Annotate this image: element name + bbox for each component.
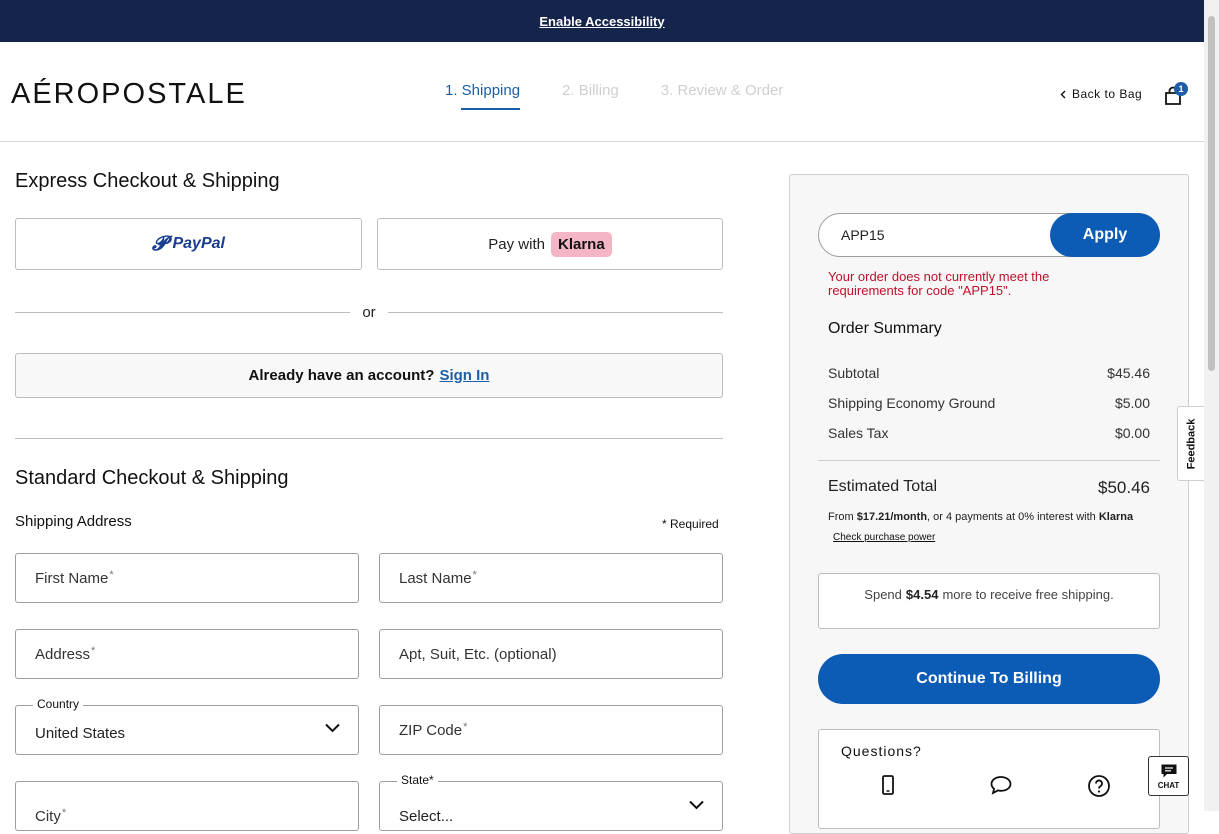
country-label: Country — [33, 697, 84, 711]
back-to-bag-label: Back to Bag — [1072, 87, 1143, 101]
city-field[interactable]: City * — [15, 781, 359, 831]
brand-logo[interactable]: AÉROPOSTALE — [11, 78, 247, 111]
estimated-total-label: Estimated Total — [828, 478, 938, 495]
scrollbar-thumb[interactable] — [1208, 16, 1215, 371]
zip-code-field[interactable]: ZIP Code * — [379, 705, 723, 755]
bag-count-badge: 1 — [1174, 82, 1188, 96]
step-billing: 2. Billing — [562, 82, 619, 99]
country-select[interactable]: Country United States — [15, 697, 359, 755]
state-select[interactable]: State* Select... — [379, 773, 723, 831]
shipping-row: Shipping Economy Ground $5.00 — [828, 395, 1150, 411]
questions-box: Questions? — [818, 729, 1160, 829]
paypal-label: PayPal — [172, 235, 225, 252]
apply-promo-button[interactable]: Apply — [1050, 213, 1160, 257]
chat-button[interactable]: CHAT — [1148, 756, 1189, 796]
chevron-down-icon — [689, 800, 704, 810]
bag-button[interactable]: 1 — [1164, 82, 1188, 108]
promo-code-value: APP15 — [841, 227, 885, 243]
step-shipping[interactable]: 1. Shipping — [445, 82, 521, 110]
or-label: or — [362, 304, 376, 321]
paypal-icon: 𝓟 — [152, 232, 167, 255]
zip-placeholder: ZIP Code — [399, 721, 463, 739]
klarna-logo: Klarna — [551, 231, 612, 257]
accessibility-bar: Enable Accessibility — [0, 0, 1204, 42]
chevron-down-icon — [325, 723, 340, 733]
country-value: United States — [35, 724, 126, 742]
chevron-left-icon — [1060, 90, 1066, 98]
apt-placeholder: Apt, Suit, Etc. (optional) — [399, 645, 557, 663]
chat-label: CHAT — [1157, 780, 1180, 790]
site-header: AÉROPOSTALE 1. Shipping 2. Billing 3. Re… — [0, 42, 1204, 142]
feedback-label: Feedback — [1185, 418, 1197, 469]
first-name-field[interactable]: First Name * — [15, 553, 359, 603]
chat-icon — [1161, 764, 1176, 777]
promo-error-message: Your order does not currently meet the r… — [828, 269, 1050, 298]
back-to-bag-link[interactable]: Back to Bag — [1060, 87, 1142, 101]
paywith-label: Pay with — [488, 235, 545, 253]
klarna-button[interactable]: Pay with Klarna — [377, 218, 723, 270]
required-note: * Required — [662, 517, 719, 531]
checkout-steps: 1. Shipping 2. Billing 3. Review & Order — [445, 82, 784, 110]
last-name-placeholder: Last Name — [399, 569, 472, 587]
section-divider — [15, 438, 723, 439]
scrollbar[interactable] — [1204, 0, 1219, 811]
paypal-button[interactable]: 𝓟 PayPal — [15, 218, 362, 270]
phone-icon[interactable] — [881, 774, 895, 796]
express-checkout-title: Express Checkout & Shipping — [15, 170, 280, 192]
first-name-placeholder: First Name — [35, 569, 109, 587]
continue-to-billing-button[interactable]: Continue To Billing — [818, 654, 1160, 704]
sales-tax-row: Sales Tax $0.00 — [828, 425, 1150, 441]
subtotal-row: Subtotal $45.46 — [828, 365, 1150, 381]
questions-title: Questions? — [841, 743, 922, 759]
chat-bubble-icon[interactable] — [989, 774, 1013, 796]
feedback-tab[interactable]: Feedback — [1177, 406, 1204, 481]
summary-divider — [818, 460, 1160, 461]
last-name-field[interactable]: Last Name * — [379, 553, 723, 603]
help-icon[interactable] — [1087, 774, 1111, 798]
sign-in-link[interactable]: Sign In — [439, 367, 489, 384]
free-shipping-message: Spend $4.54 more to receive free shipping. — [818, 573, 1160, 629]
shipping-address-heading: Shipping Address — [15, 513, 132, 530]
state-label: State* — [397, 773, 438, 787]
apt-field[interactable]: Apt, Suit, Etc. (optional) — [379, 629, 723, 679]
standard-checkout-title: Standard Checkout & Shipping — [15, 467, 289, 489]
enable-accessibility-link[interactable]: Enable Accessibility — [539, 14, 664, 29]
city-placeholder: City — [35, 807, 61, 825]
step-review: 3. Review & Order — [660, 82, 784, 99]
address-field[interactable]: Address * — [15, 629, 359, 679]
check-purchase-power-link[interactable]: Check purchase power — [833, 532, 935, 543]
or-divider: or — [15, 304, 723, 321]
order-summary-title: Order Summary — [828, 320, 942, 337]
sign-in-box: Already have an account? Sign In — [15, 353, 723, 398]
state-value: Select... — [399, 807, 454, 825]
klarna-brand: Klarna — [1098, 511, 1134, 523]
klarna-installments: From $17.21/month, or 4 payments at 0% i… — [828, 511, 1134, 523]
account-prompt: Already have an account? — [248, 367, 435, 384]
estimated-total-value: $50.46 — [1098, 478, 1150, 497]
address-placeholder: Address — [35, 645, 91, 663]
estimated-total-row: Estimated Total $50.46 — [828, 478, 1150, 498]
